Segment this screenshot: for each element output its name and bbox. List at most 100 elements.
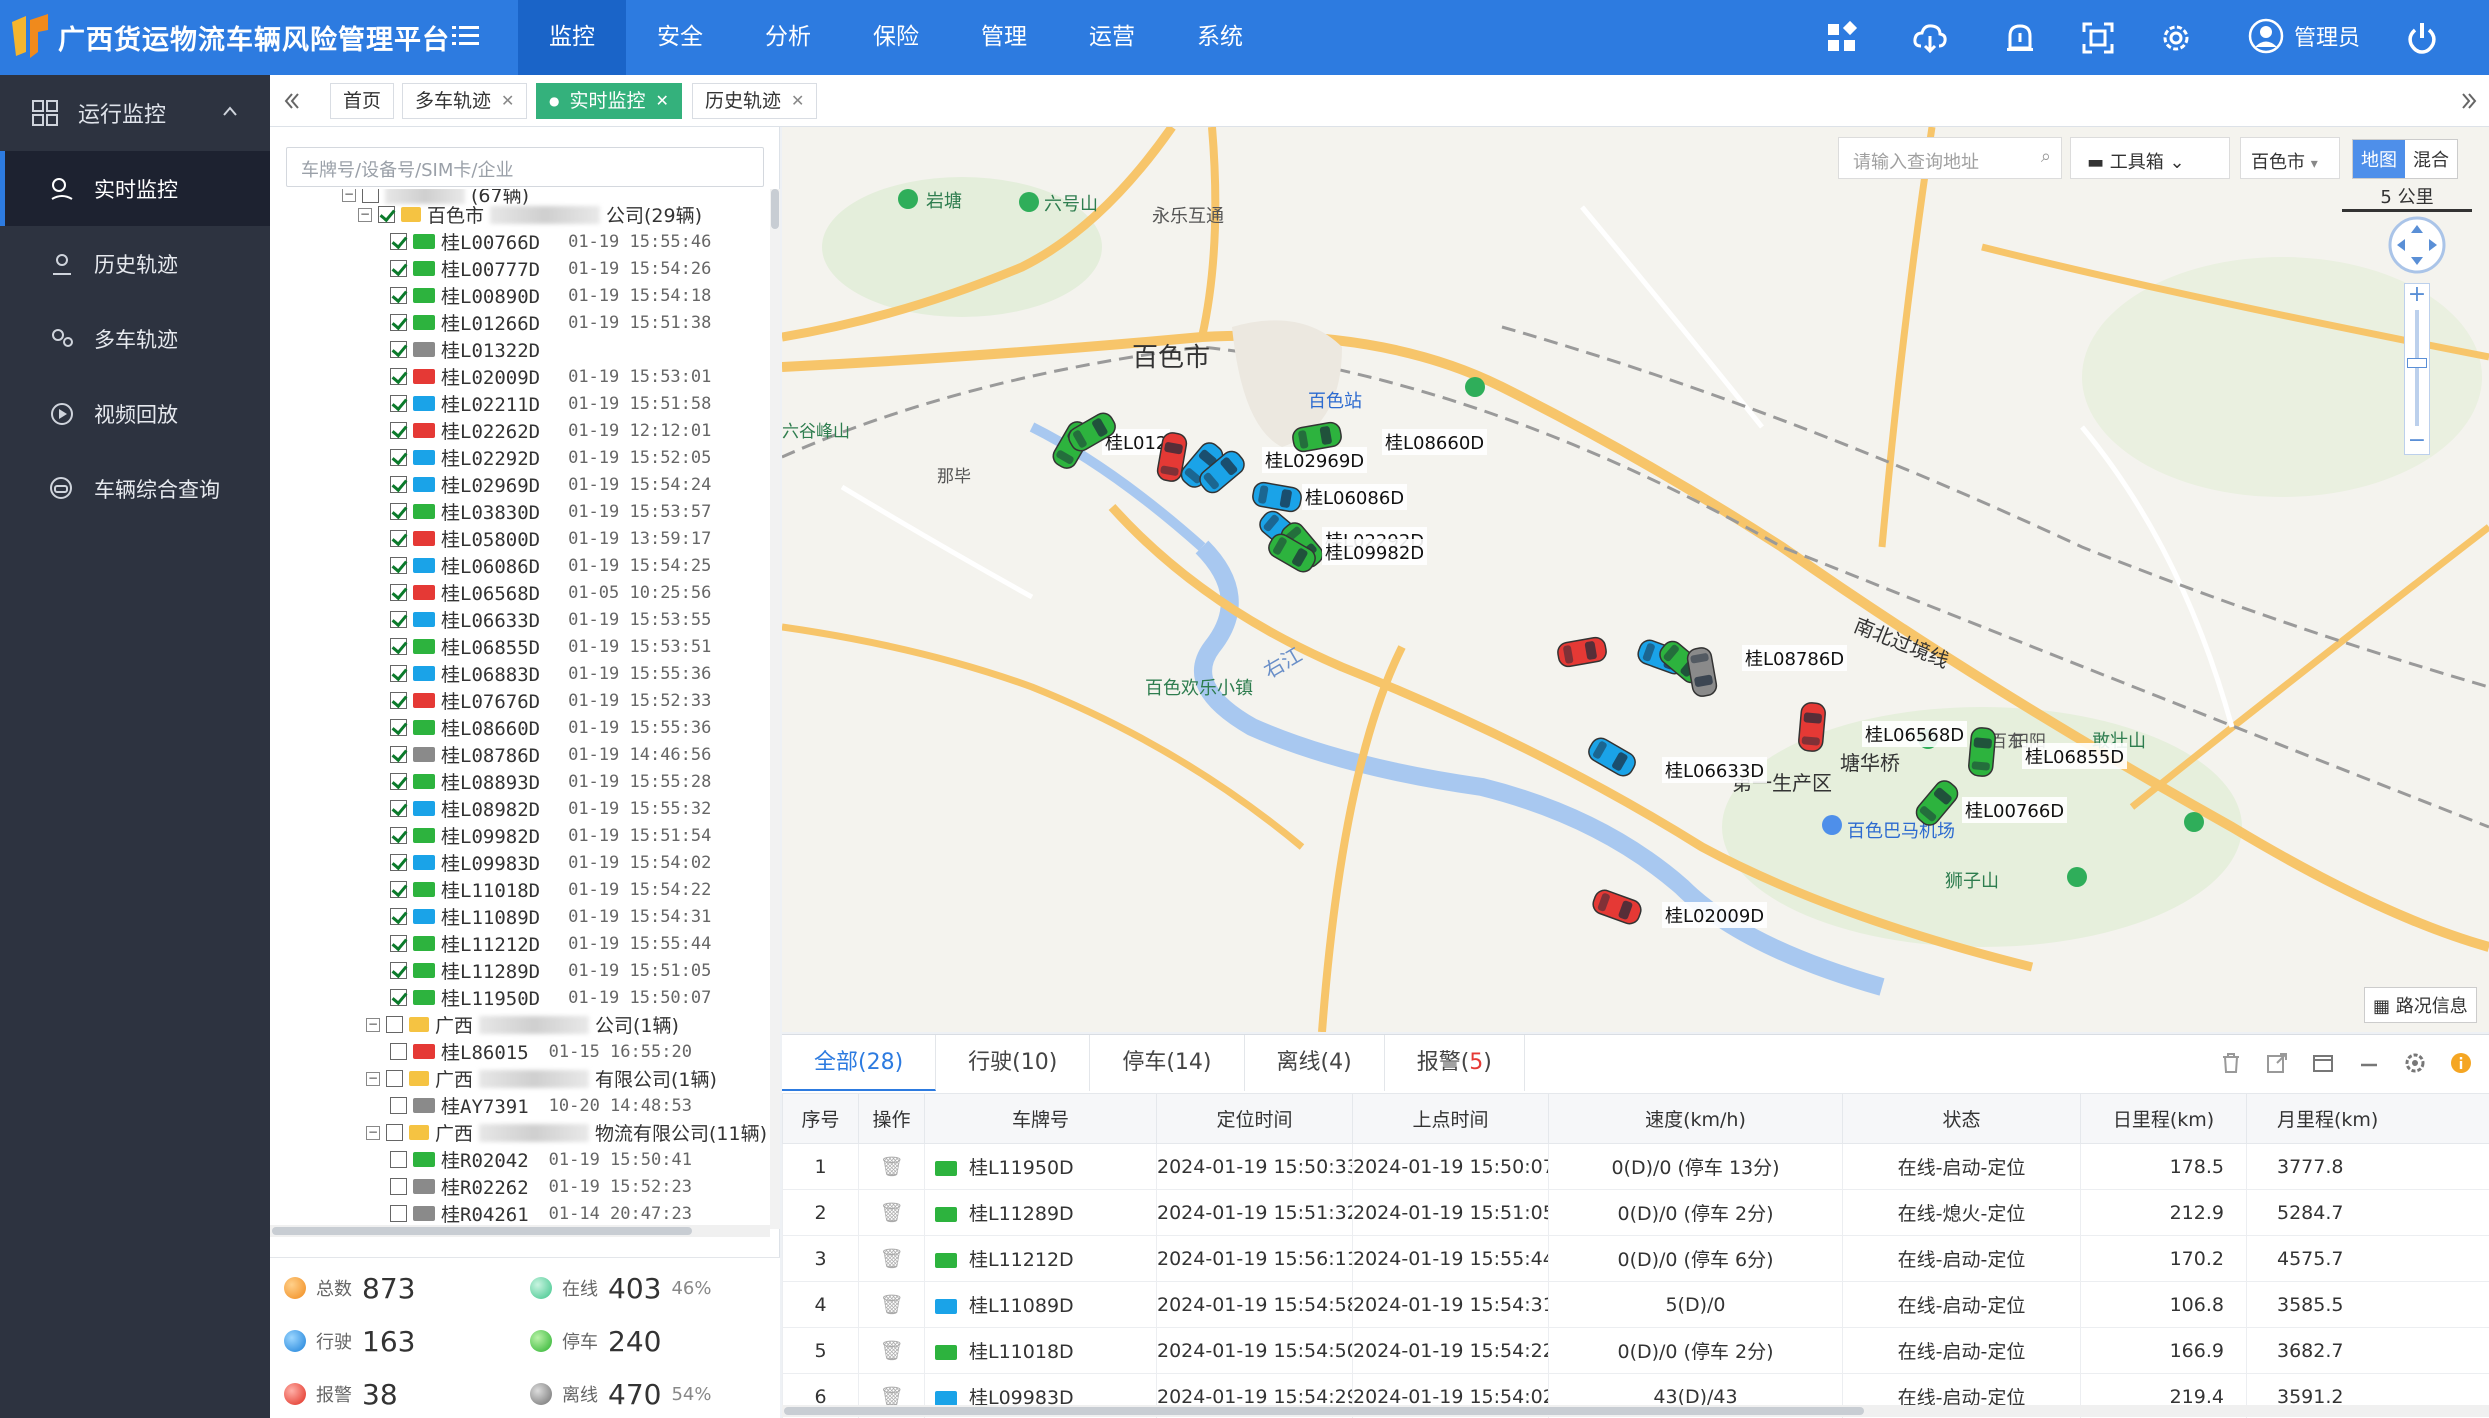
trash-icon[interactable]: 🗑 (879, 1202, 903, 1224)
tree-horizontal-scrollbar[interactable] (270, 1225, 770, 1237)
sidebar-item-history[interactable]: 历史轨迹 (0, 226, 270, 301)
tree-vehicle-row[interactable]: 桂L06633D 01-19 15:53:55 (390, 606, 711, 633)
tree-vehicle-row[interactable]: 桂L03830D 01-19 15:53:57 (390, 498, 711, 525)
plate-text[interactable]: 桂L11950D (969, 1157, 1074, 1179)
info-icon[interactable] (2449, 1051, 2473, 1075)
tree-group-1[interactable]: − 百色市 公司(29辆) (358, 201, 702, 228)
tree-group[interactable]: − 广西 公司(1辆) (366, 1011, 679, 1038)
checkbox[interactable] (390, 665, 407, 682)
plate-text[interactable]: 桂L11018D (969, 1341, 1074, 1363)
double-chevron-right-icon[interactable] (2457, 89, 2481, 113)
checkbox[interactable] (390, 908, 407, 925)
checkbox[interactable] (390, 854, 407, 871)
zoom-out-icon[interactable]: − (2405, 430, 2429, 454)
checkbox[interactable] (386, 1124, 403, 1141)
user-menu[interactable]: 管理员 (2248, 18, 2360, 54)
table-row[interactable]: 2 🗑 桂L11289D 2024-01-19 15:51:32 2024-01… (782, 1189, 2489, 1236)
nav-system[interactable]: 系统 (1166, 0, 1274, 75)
collapse-icon[interactable]: − (358, 207, 372, 222)
checkbox[interactable] (390, 476, 407, 493)
double-chevron-left-icon[interactable] (280, 89, 304, 113)
checkbox[interactable] (390, 719, 407, 736)
tree-vehicle-row[interactable]: 桂L06086D 01-19 15:54:25 (390, 552, 711, 579)
sidebar-item-multitrack[interactable]: 多车轨迹 (0, 301, 270, 376)
tree-vehicle-row[interactable]: 桂L08982D 01-19 15:55:32 (390, 795, 711, 822)
sidebar-item-query[interactable]: 车辆综合查询 (0, 451, 270, 526)
map-toolbox-button[interactable]: ▬ 工具箱 ⌄ (2070, 137, 2230, 179)
apps-icon[interactable] (1824, 20, 1860, 56)
tree-vehicle-row[interactable]: 桂L02969D 01-19 15:54:24 (390, 471, 711, 498)
checkbox[interactable] (390, 260, 407, 277)
trash-icon[interactable]: 🗑 (879, 1294, 903, 1316)
tree-vehicle-row[interactable]: 桂R02042 01-19 15:50:41 (390, 1146, 692, 1173)
tab-alarm[interactable]: 报警(5) (1385, 1035, 1525, 1091)
tree-vehicle-row[interactable]: 桂R04261 01-14 20:47:23 (390, 1200, 692, 1227)
search-icon[interactable]: ⌕ (2041, 146, 2051, 167)
table-row[interactable]: 1 🗑 桂L11950D 2024-01-19 15:50:33 2024-01… (782, 1143, 2489, 1190)
sidebar-item-video[interactable]: 视频回放 (0, 376, 270, 451)
tree-vehicle-row[interactable]: 桂L11089D 01-19 15:54:31 (390, 903, 711, 930)
tree-vehicle-row[interactable]: 桂L05800D 01-19 13:59:17 (390, 525, 711, 552)
export-icon[interactable] (2265, 1051, 2289, 1075)
tree-vehicle-row[interactable]: 桂L09983D 01-19 15:54:02 (390, 849, 711, 876)
tab-history[interactable]: 历史轨迹 ✕ (692, 83, 818, 119)
cloud-download-icon[interactable] (1912, 20, 1948, 56)
col-header[interactable]: 上点时间 (1352, 1093, 1549, 1144)
collapse-icon[interactable]: − (342, 189, 356, 202)
plate-text[interactable]: 桂L11289D (969, 1203, 1074, 1225)
zoom-in-icon[interactable]: + (2405, 284, 2429, 308)
map-address-search[interactable]: 请输入查询地址 ⌕ (1838, 137, 2062, 179)
checkbox[interactable] (390, 800, 407, 817)
nav-operation[interactable]: 运营 (1058, 0, 1166, 75)
collapse-icon[interactable]: − (366, 1017, 380, 1032)
zoom-handle[interactable] (2407, 358, 2427, 368)
checkbox[interactable] (390, 827, 407, 844)
col-header[interactable]: 速度(km/h) (1548, 1093, 1843, 1144)
checkbox[interactable] (390, 233, 407, 250)
checkbox[interactable] (390, 449, 407, 466)
pan-control-icon[interactable] (2387, 215, 2447, 275)
tree-vehicle-row[interactable]: 桂L01322D (390, 336, 568, 363)
settings-gear-icon[interactable] (2158, 20, 2194, 56)
close-icon[interactable]: ✕ (656, 84, 669, 118)
checkbox[interactable] (390, 1178, 407, 1195)
tree-group[interactable]: − 广西 有限公司(1辆) (366, 1065, 717, 1092)
checkbox[interactable] (390, 935, 407, 952)
checkbox[interactable] (390, 557, 407, 574)
tab-realtime[interactable]: ● 实时监控 ✕ (536, 83, 682, 119)
minimize-icon[interactable] (2357, 1051, 2381, 1075)
checkbox[interactable] (390, 503, 407, 520)
nav-analysis[interactable]: 分析 (734, 0, 842, 75)
checkbox[interactable] (390, 1043, 407, 1060)
close-icon[interactable]: ✕ (791, 84, 804, 118)
nav-management[interactable]: 管理 (950, 0, 1058, 75)
collapse-icon[interactable]: − (366, 1125, 380, 1140)
collapse-icon[interactable]: − (366, 1071, 380, 1086)
checkbox[interactable] (390, 314, 407, 331)
tree-vehicle-row[interactable]: 桂L11212D 01-19 15:55:44 (390, 930, 711, 957)
menu-toggle-icon[interactable] (448, 18, 484, 54)
plate-text[interactable]: 桂L11089D (969, 1295, 1074, 1317)
trash-icon[interactable]: 🗑 (879, 1248, 903, 1270)
zoom-track[interactable] (2415, 310, 2419, 426)
checkbox[interactable] (390, 989, 407, 1006)
checkbox[interactable] (390, 962, 407, 979)
power-icon[interactable] (2404, 20, 2440, 56)
alarm-bell-icon[interactable] (2002, 20, 2038, 56)
checkbox[interactable] (390, 584, 407, 601)
table-row[interactable]: 4 🗑 桂L11089D 2024-01-19 15:54:58 2024-01… (782, 1281, 2489, 1328)
nav-safety[interactable]: 安全 (626, 0, 734, 75)
tree-vehicle-row[interactable]: 桂L06568D 01-05 10:25:56 (390, 579, 711, 606)
sidebar-group-monitor[interactable]: 运行监控 (0, 75, 270, 151)
checkbox[interactable] (386, 1016, 403, 1033)
tree-vehicle-row[interactable]: 桂L07676D 01-19 15:52:33 (390, 687, 711, 714)
fullscreen-icon[interactable] (2080, 20, 2116, 56)
checkbox[interactable] (390, 746, 407, 763)
map-type-hybrid[interactable]: 混合 (2405, 140, 2457, 178)
tree-vehicle-row[interactable]: 桂L06855D 01-19 15:53:51 (390, 633, 711, 660)
trash-icon[interactable]: 🗑 (879, 1340, 903, 1362)
tree-vehicle-row[interactable]: 桂L00890D 01-19 15:54:18 (390, 282, 711, 309)
table-row[interactable]: 5 🗑 桂L11018D 2024-01-19 15:54:50 2024-01… (782, 1327, 2489, 1374)
tree-vehicle-row[interactable]: 桂L00777D 01-19 15:54:26 (390, 255, 711, 282)
checkbox[interactable] (390, 368, 407, 385)
